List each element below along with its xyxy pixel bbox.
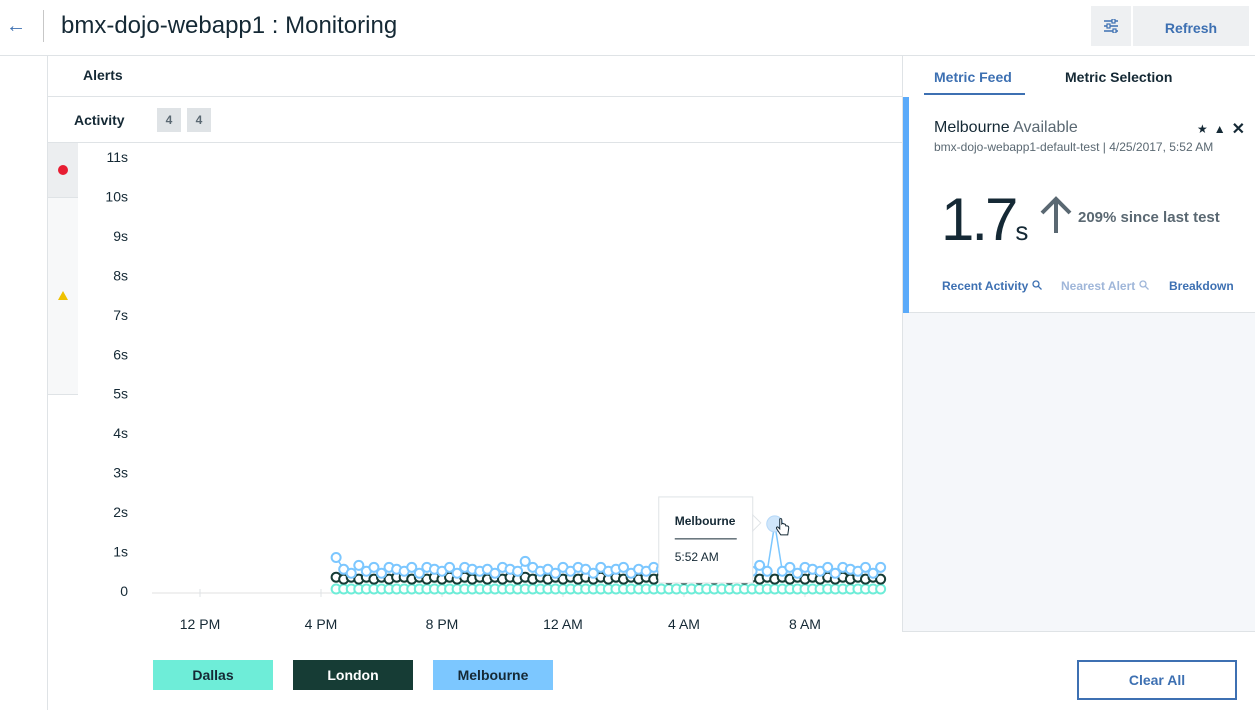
y-tick-label: 0	[120, 583, 128, 599]
data-point-melbourne	[761, 565, 773, 577]
warning-triangle-icon[interactable]	[58, 291, 68, 300]
legend-london[interactable]: London	[293, 660, 413, 690]
y-tick-label: 3s	[113, 465, 128, 481]
activity-badge[interactable]: 4	[157, 108, 181, 132]
metric-number: 1.7	[941, 186, 1018, 253]
tooltip-time: 5:52 AM	[675, 550, 719, 564]
active-tab-indicator	[924, 93, 1025, 95]
red-dot-icon	[58, 165, 68, 175]
alerts-label: Alerts	[83, 67, 123, 83]
card-status: Available	[1013, 119, 1078, 136]
activity-badge[interactable]: 4	[187, 108, 211, 132]
tooltip-pointer	[752, 513, 762, 533]
metric-card[interactable]: Melbourne Available ★ ▲ ✕ bmx-dojo-webap…	[903, 97, 1255, 313]
card-actions: ★ ▲ ✕	[1197, 119, 1245, 139]
right-panel: Metric Feed Metric Selection Melbourne A…	[902, 56, 1255, 632]
y-tick-label: 1s	[113, 544, 128, 560]
y-tick-label: 11s	[106, 149, 128, 165]
triangle-up-icon[interactable]: ▲	[1214, 122, 1226, 136]
search-icon	[1031, 280, 1042, 290]
y-tick-label: 2s	[113, 504, 128, 520]
search-icon	[1138, 280, 1149, 290]
recent-activity-label: Recent Activity	[942, 279, 1029, 293]
y-tick-label: 10s	[105, 188, 128, 204]
x-tick-label: 12 AM	[543, 616, 583, 632]
y-tick-label: 8s	[113, 267, 128, 283]
data-point-melbourne	[512, 565, 524, 577]
tab-metric-feed[interactable]: Metric Feed	[934, 69, 1012, 85]
x-tick-label: 8 PM	[426, 616, 459, 632]
panel-tabs: Metric Feed Metric Selection	[903, 56, 1255, 97]
card-subtitle: bmx-dojo-webapp1-default-test | 4/25/201…	[934, 140, 1214, 154]
header-divider	[43, 10, 44, 42]
metric-unit: s	[1015, 216, 1029, 246]
x-tick-label: 4 AM	[668, 616, 700, 632]
arrow-left-icon[interactable]: ←	[4, 12, 28, 40]
y-tick-label: 6s	[113, 346, 128, 362]
x-tick-label: 4 PM	[305, 616, 338, 632]
x-tick-label: 8 AM	[789, 616, 821, 632]
sliders-icon	[1104, 19, 1118, 33]
page-title: bmx-dojo-webapp1 : Monitoring	[61, 12, 398, 39]
activity-label: Activity	[74, 112, 125, 128]
data-point-dallas	[875, 583, 887, 595]
nearest-alert-label: Nearest Alert	[1061, 279, 1136, 293]
data-point-melbourne	[875, 561, 887, 573]
data-point-melbourne	[330, 551, 342, 563]
page-header: ← bmx-dojo-webapp1 : Monitoring Refresh	[0, 0, 1255, 56]
y-tick-label: 5s	[113, 386, 128, 402]
x-tick-label: 12 PM	[180, 616, 220, 632]
clear-all-button[interactable]: Clear All	[1077, 660, 1237, 700]
tooltip-title: Melbourne	[675, 514, 736, 528]
arrow-up-icon	[1040, 196, 1072, 233]
response-time-chart[interactable]: 11s 10s 9s 8s 7s 6s 5s 4s 3s 2s 1s 0 12 PM 4 PM 8 PM 12…	[80, 143, 900, 643]
settings-button[interactable]	[1091, 6, 1131, 46]
y-tick-label: 4s	[113, 425, 128, 441]
y-tick-label: 9s	[113, 228, 128, 244]
legend-melbourne[interactable]: Melbourne	[433, 660, 553, 690]
severity-column	[48, 143, 78, 395]
data-point-melbourne	[345, 567, 357, 579]
activity-row: Activity 4 4	[48, 97, 902, 143]
star-icon[interactable]: ★	[1197, 122, 1208, 136]
card-location: Melbourne	[934, 119, 1010, 136]
card-accent-bar	[903, 97, 909, 313]
y-tick-label: 7s	[113, 307, 128, 323]
refresh-button[interactable]: Refresh	[1133, 6, 1249, 46]
tooltip-box	[658, 496, 754, 584]
legend-dallas[interactable]: Dallas	[153, 660, 273, 690]
critical-band[interactable]	[48, 143, 78, 198]
metric-value: 1.7s	[941, 185, 1028, 254]
change-since-last-test: 209% since last test	[1078, 209, 1220, 226]
card-title: Melbourne Available	[934, 119, 1078, 137]
close-icon[interactable]: ✕	[1232, 119, 1245, 139]
recent-activity-link[interactable]: Recent Activity	[942, 279, 1042, 293]
tab-metric-selection[interactable]: Metric Selection	[1065, 69, 1172, 85]
nearest-alert-link[interactable]: Nearest Alert	[1061, 279, 1149, 293]
breakdown-link[interactable]: Breakdown	[1169, 279, 1234, 293]
alerts-row: Alerts	[48, 56, 902, 97]
